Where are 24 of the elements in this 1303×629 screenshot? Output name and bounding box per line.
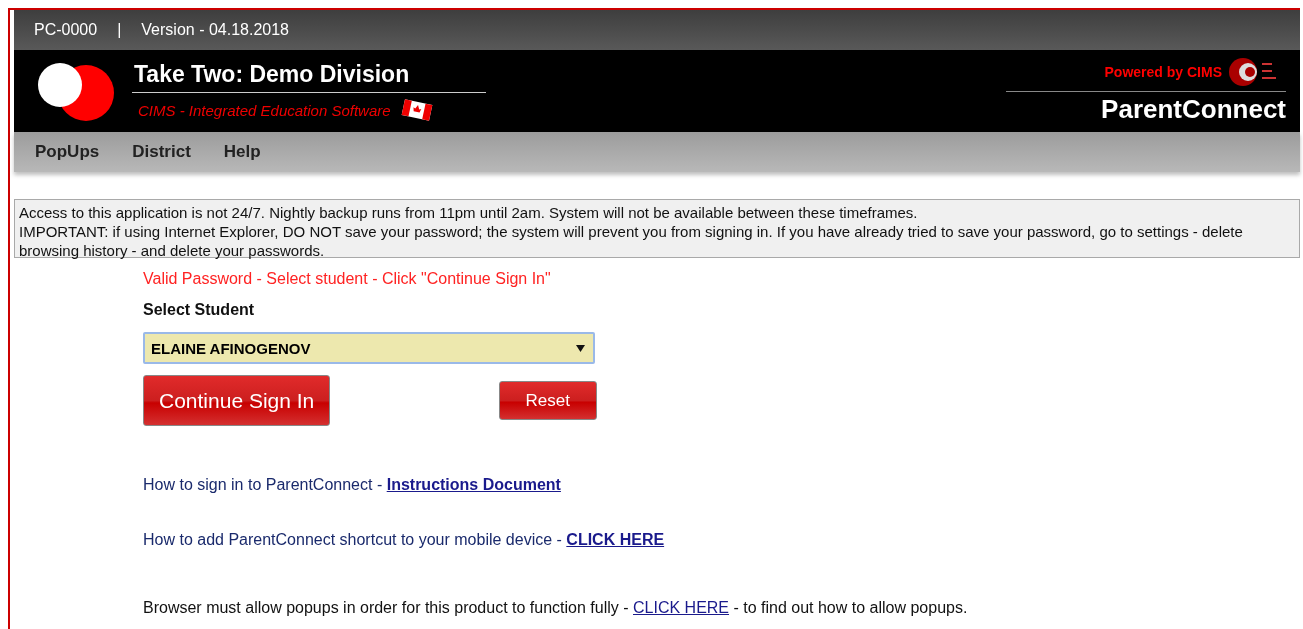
dropdown-caret-icon <box>576 344 585 352</box>
division-title: Take Two: Demo Division <box>132 61 486 93</box>
app-code: PC-0000 <box>34 21 98 39</box>
menu-item[interactable]: Help <box>210 142 281 162</box>
help-text: Browser must allow popups in order for this product to function fully - CLICK HERE - to find out how to allow popups. <box>143 599 968 616</box>
select-student-label: Select Student <box>143 301 255 319</box>
help-link[interactable]: CLICK HERE <box>633 599 730 616</box>
help-link[interactable]: Instructions Document <box>386 476 561 493</box>
notice-text: Access to this application is not 24/7. Nightly backup runs from 11pm until 2am. System will not be available between these timeframes. IMPORTANT: if using Internet Explorer, DO NOT save your password; the system will prevent you from signing in. If you have already tried to save your password, go to settings - delete browsing history - and delete your passwords. <box>14 199 1300 258</box>
product-name: ParentConnect <box>1101 93 1286 125</box>
software-tagline: CIMS - Integrated Education Software <box>138 101 391 119</box>
menu-item[interactable]: District <box>119 142 211 162</box>
help-text: How to sign in to ParentConnect - Instructions Document <box>143 476 561 493</box>
menu-item[interactable]: PopUps <box>22 142 120 162</box>
help-link[interactable]: CLICK HERE <box>566 531 665 548</box>
continue-sign-in-button[interactable]: Continue Sign In <box>143 375 331 426</box>
powered-by-label: Powered by CIMS <box>1104 64 1222 80</box>
status-message: Valid Password - Select student - Click "Continue Sign In" <box>143 270 551 288</box>
version-label: Version - 04.18.2018 <box>141 21 289 39</box>
reset-button[interactable]: Reset <box>498 381 597 420</box>
student-select[interactable]: ELAINE AFINOGENOV <box>143 332 595 364</box>
help-text: How to add ParentConnect shortcut to your mobile device - CLICK HERE <box>143 531 665 548</box>
separator: | <box>117 21 122 39</box>
flag-icon <box>400 99 433 121</box>
